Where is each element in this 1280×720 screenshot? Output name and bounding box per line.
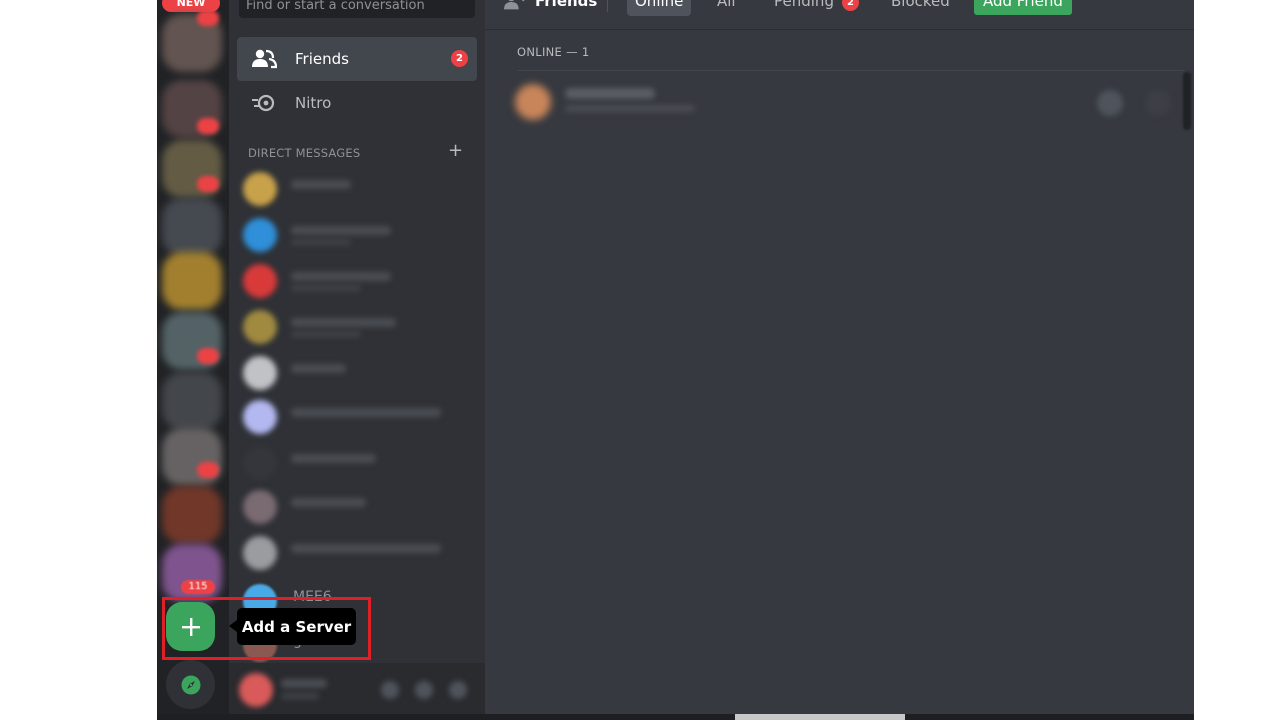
dm-section-header: DIRECT MESSAGES [248, 146, 361, 160]
tab-online[interactable]: Online [627, 0, 692, 16]
mute-icon[interactable] [381, 681, 399, 699]
avatar [243, 264, 277, 298]
friends-wave-icon [252, 49, 277, 69]
tab-pending[interactable]: Pending [774, 0, 834, 14]
nitro-icon [252, 94, 275, 112]
dm-list-item[interactable] [243, 536, 463, 576]
tab-blocked[interactable]: Blocked [891, 0, 950, 14]
dm-list-item[interactable] [243, 310, 463, 350]
highlight-box [162, 597, 371, 660]
explore-servers-button[interactable] [166, 660, 215, 709]
server-count-badge: 115 [181, 580, 215, 594]
avatar [243, 536, 277, 570]
avatar [243, 310, 277, 344]
server-badge [197, 10, 219, 26]
server-icon[interactable] [162, 252, 222, 310]
friends-main-panel: Friends Online All Pending 2 Blocked Add… [485, 0, 1194, 720]
add-friend-button[interactable]: Add Friend [974, 0, 1072, 15]
friends-wave-icon [503, 0, 525, 10]
avatar [243, 172, 277, 206]
dm-list-item[interactable] [243, 490, 463, 530]
server-badge [197, 462, 219, 478]
tab-all[interactable]: All [717, 0, 736, 14]
avatar [243, 490, 277, 524]
online-count-header: ONLINE — 1 [517, 45, 590, 59]
pending-badge: 2 [842, 0, 859, 11]
scrollbar[interactable] [1183, 72, 1191, 130]
gear-icon[interactable] [449, 681, 467, 699]
friends-badge: 2 [451, 50, 468, 67]
server-badge [197, 348, 219, 364]
page-title: Friends [535, 0, 598, 10]
server-badge [197, 118, 219, 134]
server-icon[interactable] [162, 198, 222, 256]
sidebar-item-friends[interactable]: Friends 2 [237, 37, 477, 81]
search-input[interactable]: Find or start a conversation [239, 0, 475, 18]
server-icon[interactable] [162, 372, 222, 430]
server-badge [197, 176, 219, 192]
avatar [243, 446, 277, 480]
dm-list-item[interactable] [243, 400, 463, 440]
dm-list-item[interactable] [243, 264, 463, 304]
friend-list-item[interactable] [513, 80, 1183, 126]
avatar[interactable] [239, 673, 273, 707]
avatar [243, 356, 277, 390]
dm-list-item[interactable] [243, 172, 463, 212]
create-dm-plus-icon[interactable]: + [448, 142, 463, 160]
divider [607, 0, 608, 12]
sidebar-item-label: Friends [295, 50, 349, 68]
bottom-edge [157, 714, 1194, 720]
more-options-icon[interactable] [1145, 90, 1171, 116]
horizontal-scroll-thumb[interactable] [735, 714, 905, 720]
dm-list-item[interactable] [243, 446, 463, 486]
server-icon[interactable] [162, 486, 222, 544]
friends-top-bar: Friends Online All Pending 2 Blocked Add… [485, 0, 1194, 30]
compass-icon [181, 675, 200, 694]
message-icon[interactable] [1097, 90, 1123, 116]
user-panel [229, 663, 485, 720]
deafen-icon[interactable] [415, 681, 433, 699]
sidebar-item-label: Nitro [295, 94, 332, 112]
avatar [243, 400, 277, 434]
avatar [515, 84, 551, 120]
divider [517, 70, 1185, 71]
avatar [243, 218, 277, 252]
dm-list-item[interactable] [243, 218, 463, 258]
sidebar-item-nitro[interactable]: Nitro [237, 81, 477, 125]
dm-list-item[interactable] [243, 356, 463, 396]
